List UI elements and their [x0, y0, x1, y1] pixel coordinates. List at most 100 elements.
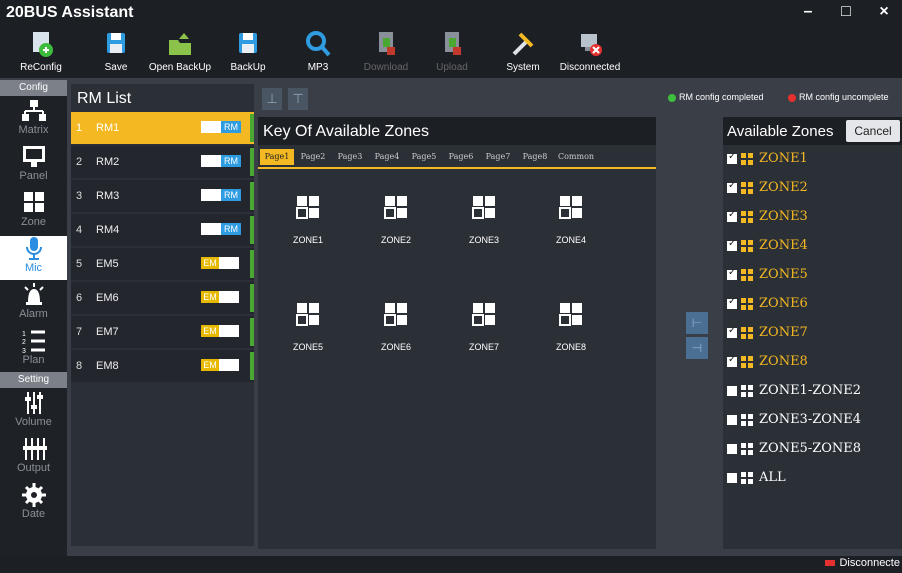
key-zones-panel: Key Of Available Zones Page1 Page2 Page3… [258, 117, 656, 549]
tab-page2[interactable]: Page2 [296, 149, 330, 165]
zone-checkbox[interactable] [727, 267, 737, 280]
nav-item-matrix[interactable]: Matrix [0, 98, 67, 142]
zone-icon [23, 192, 44, 212]
system-button[interactable]: System [502, 30, 544, 76]
nav-item-date[interactable]: Date [0, 482, 67, 526]
mp3-button[interactable]: MP3 [300, 30, 336, 76]
rm-tag: RM [201, 121, 241, 133]
rm-row[interactable]: 3 RM3 RM [71, 180, 254, 212]
nav-label: Matrix [18, 124, 49, 136]
remove-zone-button[interactable]: ⊣ [686, 337, 708, 359]
rm-row[interactable]: 8 EM8 EM [71, 350, 254, 382]
zone-checkbox[interactable] [727, 325, 737, 338]
status-bar [250, 148, 254, 176]
zone-checkbox[interactable] [727, 209, 737, 222]
tab-page1[interactable]: Page1 [260, 149, 294, 165]
green-dot-icon [668, 93, 676, 102]
disconnected-button[interactable]: Disconnected [555, 30, 625, 76]
minimize-button[interactable]: – [796, 2, 820, 24]
status-bar [250, 114, 254, 142]
move-down-button[interactable]: ⊤ [288, 88, 308, 110]
open-backup-button[interactable]: Open BackUp [145, 30, 215, 76]
zone-option-label: ZONE3-ZONE4 [759, 412, 862, 427]
download-icon [379, 32, 395, 55]
zone-icon [559, 303, 582, 326]
zone-grid-icon [741, 269, 753, 281]
backup-button[interactable]: BackUp [228, 30, 268, 76]
zone-checkbox[interactable] [727, 415, 737, 425]
setting-header: Setting [0, 372, 67, 388]
add-zone-button[interactable]: ⊢ [686, 312, 708, 334]
zone-checkbox[interactable] [727, 151, 737, 164]
rm-row[interactable]: 4 RM4 RM [71, 214, 254, 246]
backup-icon [239, 33, 257, 53]
nav-item-plan[interactable]: 123 Plan [0, 328, 67, 372]
zone-checkbox[interactable] [727, 238, 737, 251]
toolbar: ReConfig Save Open BackUp BackUp MP3 Dow… [0, 28, 902, 78]
maximize-button[interactable]: □ [834, 2, 858, 24]
move-up-button[interactable]: ⊥ [262, 88, 282, 110]
zone-key-7[interactable]: ZONE7 [449, 302, 519, 352]
save-button[interactable]: Save [96, 30, 136, 76]
tab-page5[interactable]: Page5 [407, 149, 441, 165]
status-bar [250, 352, 254, 380]
close-button[interactable]: × [872, 2, 896, 24]
tab-page6[interactable]: Page6 [444, 149, 478, 165]
zone-key-5[interactable]: ZONE5 [273, 302, 343, 352]
tab-page3[interactable]: Page3 [333, 149, 367, 165]
em-tag: EM [201, 325, 241, 337]
tab-page4[interactable]: Page4 [370, 149, 404, 165]
zone-grid-icon [741, 211, 753, 223]
zone-checkbox[interactable] [727, 354, 737, 367]
nav-item-volume[interactable]: Volume [0, 390, 67, 434]
rm-row[interactable]: 7 EM7 EM [71, 316, 254, 348]
zone-icon [296, 303, 319, 326]
zone-key-2[interactable]: ZONE2 [361, 195, 431, 245]
tools-icon [512, 32, 534, 56]
status-bar [250, 216, 254, 244]
upload-button[interactable]: Upload [432, 30, 472, 76]
zone-option-label: ZONE8 [759, 354, 808, 369]
cancel-button[interactable]: Cancel [846, 120, 900, 142]
matrix-icon [21, 100, 46, 121]
nav-item-output[interactable]: Output [0, 436, 67, 480]
nav-label: Zone [20, 216, 47, 228]
zone-icon [472, 196, 495, 219]
zone-checkbox[interactable] [727, 444, 737, 454]
nav-item-alarm[interactable]: Alarm [0, 282, 67, 326]
zone-key-1[interactable]: ZONE1 [273, 195, 343, 245]
download-button[interactable]: Download [362, 30, 410, 76]
reconfig-button[interactable]: ReConfig [18, 30, 64, 76]
zone-grid-icon [741, 443, 753, 455]
zone-key-3[interactable]: ZONE3 [449, 195, 519, 245]
zone-checkbox[interactable] [727, 296, 737, 309]
plan-icon: 123 [22, 330, 45, 354]
red-dot-icon [788, 93, 796, 102]
alarm-icon [23, 283, 44, 305]
zone-checkbox[interactable] [727, 473, 737, 483]
zone-option-label: ZONE5-ZONE8 [759, 441, 862, 456]
nav-item-panel[interactable]: Panel [0, 144, 67, 188]
config-header: Config [0, 80, 67, 96]
tab-common[interactable]: Common [555, 149, 597, 165]
em-tag: EM [201, 359, 241, 371]
zone-option-label: ZONE7 [759, 325, 808, 340]
tab-page7[interactable]: Page7 [481, 149, 515, 165]
disconnected-icon [825, 560, 836, 567]
rm-row[interactable]: 5 EM5 EM [71, 248, 254, 280]
zone-checkbox[interactable] [727, 386, 737, 396]
zone-grid-icon [741, 240, 753, 252]
zone-key-6[interactable]: ZONE6 [361, 302, 431, 352]
rm-row[interactable]: 2 RM2 RM [71, 146, 254, 178]
rm-row[interactable]: 1 RM1 RM [71, 112, 254, 144]
zone-key-8[interactable]: ZONE8 [536, 302, 606, 352]
rm-list-panel: RM List 1 RM1 RM 2 RM2 RM 3 RM3 RM 4 RM4 RM 5 EM5… [71, 84, 254, 546]
rm-row[interactable]: 6 EM6 EM [71, 282, 254, 314]
zone-checkbox[interactable] [727, 180, 737, 193]
tab-page8[interactable]: Page8 [518, 149, 552, 165]
zone-key-4[interactable]: ZONE4 [536, 195, 606, 245]
zone-option-label: ZONE3 [759, 209, 808, 224]
connection-status: Disconnecte [825, 557, 900, 569]
nav-item-zone[interactable]: Zone [0, 190, 67, 234]
nav-item-mic[interactable]: Mic [0, 236, 67, 280]
